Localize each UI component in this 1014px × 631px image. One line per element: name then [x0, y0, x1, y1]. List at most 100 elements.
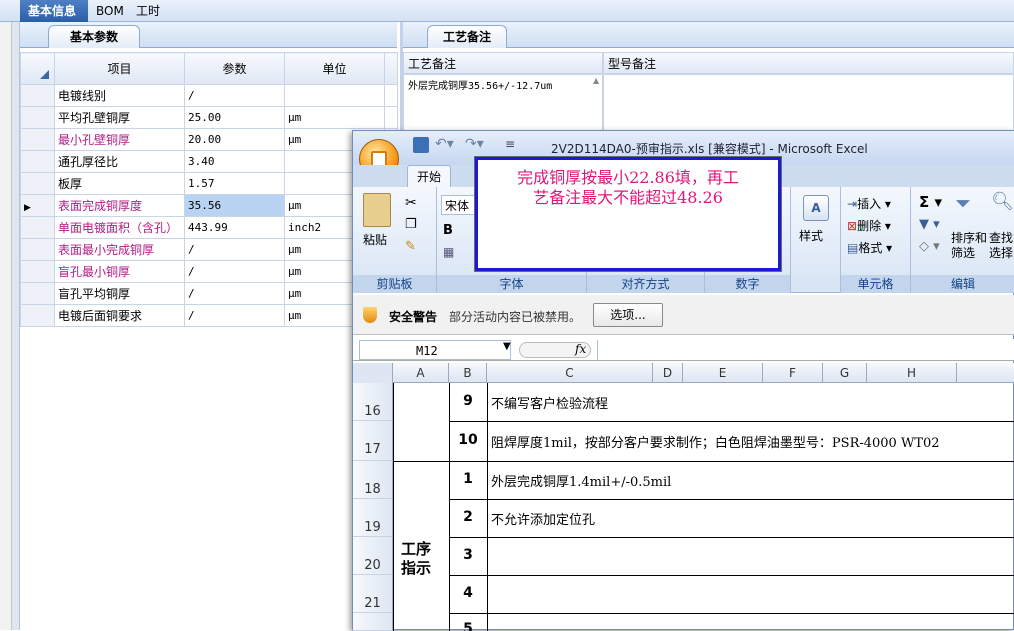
copy-icon[interactable]: ❐ — [405, 217, 417, 232]
param-row[interactable]: 单面电镀面积（含孔） 443.99 inch2 — [20, 216, 398, 239]
row-header-17[interactable]: 17 — [353, 421, 393, 461]
select-all-corner[interactable] — [353, 363, 393, 383]
scroll-up-arrow-icon[interactable]: ▲ — [593, 76, 601, 86]
row-indicator[interactable] — [20, 304, 55, 327]
param-value[interactable]: / — [184, 282, 285, 305]
save-icon[interactable] — [413, 137, 429, 153]
row-indicator[interactable] — [20, 172, 55, 195]
border-icon[interactable]: ▦ — [443, 245, 454, 259]
param-row[interactable]: 电镀线别 / — [20, 84, 398, 107]
find-select-button[interactable]: 查找选择 — [989, 231, 1014, 261]
param-value[interactable]: 35.56 — [184, 194, 285, 217]
name-box[interactable]: M12 — [359, 340, 511, 360]
param-row[interactable]: 盲孔平均铜厚 / μm — [20, 282, 398, 305]
tab-basic-params[interactable]: 基本参数 — [48, 25, 140, 48]
paste-icon[interactable] — [363, 193, 391, 227]
param-row[interactable]: 盲孔最小铜厚 / μm — [20, 260, 398, 283]
param-item[interactable]: 平均孔壁铜厚 — [54, 106, 185, 129]
column-header-b[interactable]: B — [449, 363, 487, 383]
tab-work-hours[interactable]: 工时 — [128, 0, 174, 22]
row-indicator[interactable] — [20, 84, 55, 107]
param-item[interactable]: 电镀后面铜要求 — [54, 304, 185, 327]
row-indicator[interactable] — [20, 106, 55, 129]
column-header-e[interactable]: E — [683, 363, 763, 383]
row-indicator[interactable]: ▶ — [20, 194, 55, 217]
param-item[interactable]: 通孔厚径比 — [54, 150, 185, 173]
param-row[interactable]: 表面最小完成铜厚 / μm — [20, 238, 398, 261]
param-row[interactable]: 通孔厚径比 3.40 — [20, 150, 398, 173]
row-indicator[interactable] — [20, 216, 55, 239]
column-header-item[interactable]: 项目 — [54, 52, 185, 85]
step-text[interactable]: 外层完成铜厚1.4mil+/-0.5mil — [491, 471, 671, 490]
cell-styles-icon[interactable]: A — [803, 195, 829, 221]
quick-access-dropdown-icon[interactable]: ≡ — [505, 137, 515, 151]
param-row[interactable]: 平均孔壁铜厚 25.00 μm — [20, 106, 398, 129]
redo-icon[interactable]: ↷▾ — [465, 136, 484, 152]
column-header-h[interactable]: H — [867, 363, 957, 383]
model-remark-cell[interactable] — [603, 74, 1014, 134]
step-text[interactable]: 阻焊厚度1mil，按部分客户要求制作；白色阻焊油墨型号：PSR-4000 WT0… — [491, 432, 940, 451]
column-header-param[interactable]: 参数 — [184, 52, 285, 85]
styles-button[interactable]: 样式 — [799, 227, 823, 244]
row-header-19[interactable]: 19 — [353, 499, 393, 537]
param-value[interactable]: / — [184, 260, 285, 283]
delete-button[interactable]: ⊠删除 ▾ — [847, 217, 891, 234]
worksheet[interactable]: 16 17 18 19 20 21 工序 指示 9 不编写客户检验流程 10 阻… — [353, 383, 1014, 631]
column-header-f[interactable]: F — [763, 363, 823, 383]
find-icon[interactable]: 🔍︎ — [991, 191, 1014, 212]
column-header-unit[interactable]: 单位 — [284, 52, 385, 85]
param-unit[interactable]: μm — [284, 106, 385, 129]
tab-process-remarks[interactable]: 工艺备注 — [427, 25, 507, 48]
row-indicator[interactable] — [20, 238, 55, 261]
row-indicator[interactable] — [20, 128, 55, 151]
param-value[interactable]: / — [184, 304, 285, 327]
name-box-dropdown-icon[interactable]: ▼ — [503, 341, 511, 352]
param-value[interactable]: 1.57 — [184, 172, 285, 195]
column-header-g[interactable]: G — [823, 363, 867, 383]
column-header-a[interactable]: A — [393, 363, 449, 383]
autosum-icon[interactable]: Σ ▾ — [919, 193, 942, 211]
param-row[interactable]: ▶ 表面完成铜厚度 35.56 μm — [20, 194, 398, 217]
param-value[interactable]: / — [184, 238, 285, 261]
param-item[interactable]: 盲孔最小铜厚 — [54, 260, 185, 283]
tab-bom[interactable]: BOM — [88, 0, 128, 22]
param-unit[interactable] — [284, 84, 385, 107]
param-value[interactable]: / — [184, 84, 285, 107]
param-value[interactable]: 443.99 — [184, 216, 285, 239]
process-remark-cell[interactable]: 外层完成铜厚35.56+/-12.7um — [403, 74, 603, 134]
row-header-20[interactable]: 20 — [353, 537, 393, 575]
column-header-model-remark[interactable]: 型号备注 — [603, 52, 1014, 74]
param-row[interactable]: 电镀后面铜要求 / μm — [20, 304, 398, 327]
row-header-16[interactable]: 16 — [353, 383, 393, 421]
row-header-21[interactable]: 21 — [353, 575, 393, 613]
row-indicator[interactable] — [20, 282, 55, 305]
row-indicator[interactable] — [20, 260, 55, 283]
undo-icon[interactable]: ↶▾ — [435, 136, 454, 152]
fill-icon[interactable]: ▼ ▾ — [919, 217, 940, 232]
clear-icon[interactable]: ◇ ▾ — [919, 239, 940, 254]
column-header-c[interactable]: C — [487, 363, 653, 383]
sort-filter-icon[interactable]: ⏷ — [955, 191, 971, 215]
param-item[interactable]: 单面电镀面积（含孔） — [54, 216, 185, 239]
param-row[interactable]: 最小孔壁铜厚 20.00 μm — [20, 128, 398, 151]
param-item[interactable]: 板厚 — [54, 172, 185, 195]
param-value[interactable]: 25.00 — [184, 106, 285, 129]
param-item[interactable]: 盲孔平均铜厚 — [54, 282, 185, 305]
ribbon-tab-home[interactable]: 开始 — [407, 165, 451, 187]
param-row[interactable]: 板厚 1.57 — [20, 172, 398, 195]
paste-button[interactable]: 粘贴 — [363, 231, 387, 248]
insert-button[interactable]: ⇥插入 ▾ — [847, 195, 891, 212]
param-value[interactable]: 20.00 — [184, 128, 285, 151]
fx-icon[interactable]: fx — [575, 342, 586, 356]
param-value[interactable]: 3.40 — [184, 150, 285, 173]
bold-icon[interactable]: B — [443, 223, 453, 238]
step-text[interactable]: 不编写客户检验流程 — [491, 393, 608, 412]
param-item[interactable]: 电镀线别 — [54, 84, 185, 107]
step-text[interactable]: 不允许添加定位孔 — [491, 509, 595, 528]
tab-basic-info[interactable]: 基本信息 — [20, 0, 88, 22]
formula-input[interactable] — [597, 340, 1014, 360]
row-header-22[interactable] — [353, 613, 393, 631]
row-header-18[interactable]: 18 — [353, 461, 393, 499]
param-item[interactable]: 最小孔壁铜厚 — [54, 128, 185, 151]
column-header-process-remark[interactable]: 工艺备注 — [403, 52, 603, 74]
